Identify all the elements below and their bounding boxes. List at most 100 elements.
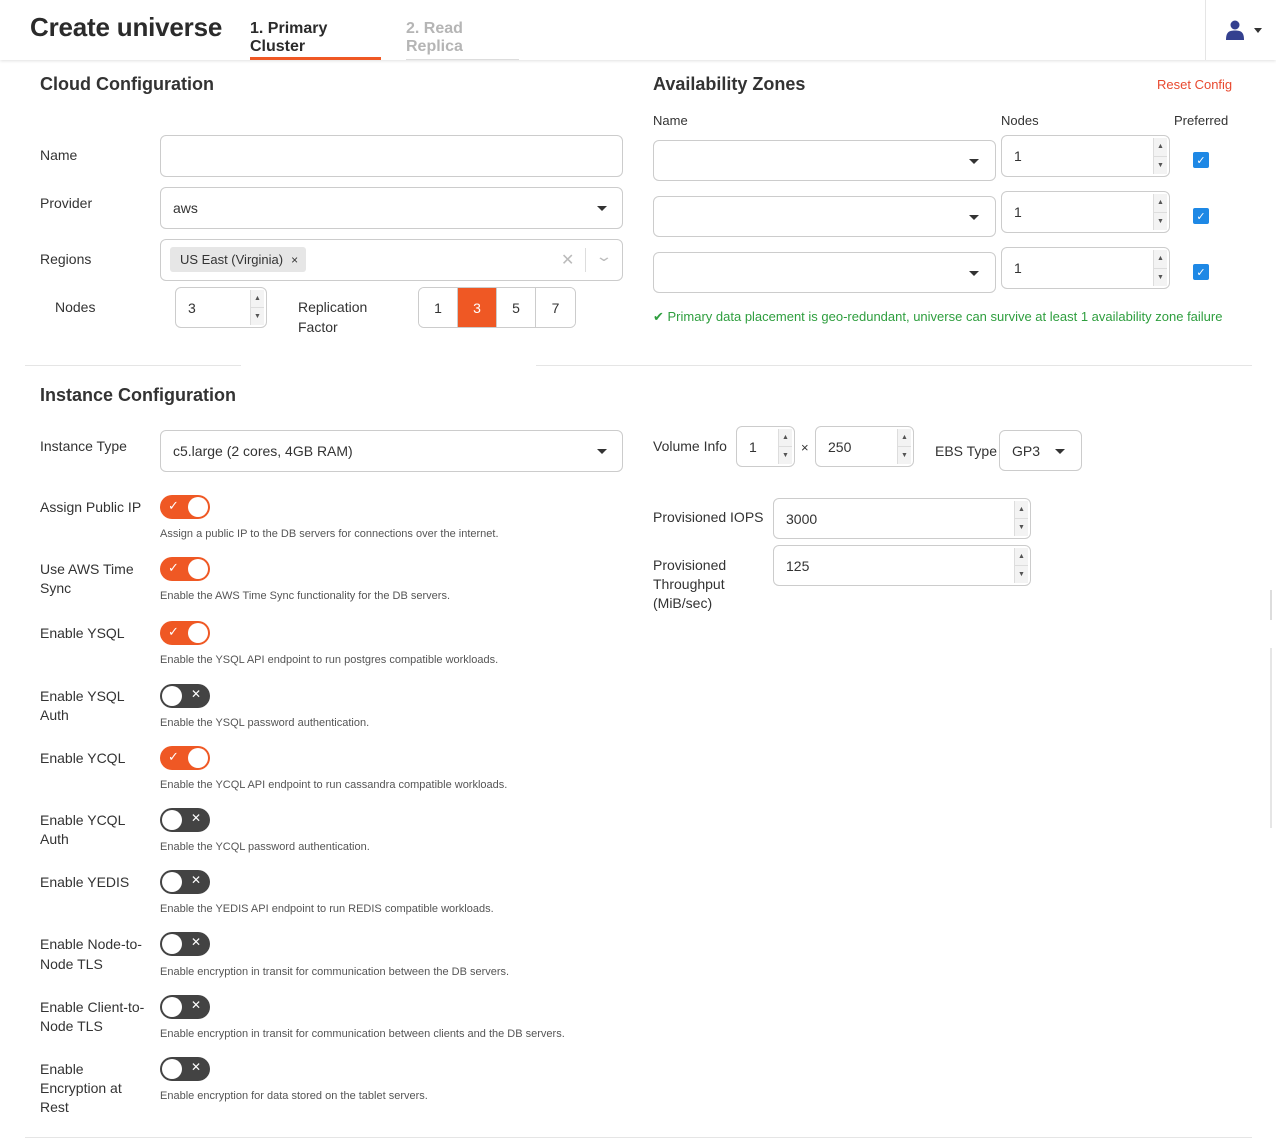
- volume-count-stepper[interactable]: 1 ▲ ▼: [736, 426, 795, 467]
- nodes-label: Nodes: [55, 299, 96, 315]
- name-input[interactable]: [160, 135, 623, 177]
- chevron-down-icon: [1055, 449, 1065, 454]
- decrement-icon[interactable]: ▼: [1154, 212, 1167, 230]
- az-nodes-spinner[interactable]: ▲ ▼: [1153, 138, 1167, 174]
- user-icon: [1226, 20, 1244, 40]
- az-nodes-stepper[interactable]: 1 ▲ ▼: [1001, 247, 1170, 289]
- cloud-config-title: Cloud Configuration: [40, 74, 214, 94]
- scrollbar[interactable]: [1270, 590, 1272, 620]
- enable-ysql-toggle[interactable]: ✓: [160, 621, 210, 645]
- rf-option-3[interactable]: 3: [458, 288, 497, 327]
- decrement-icon[interactable]: ▼: [251, 308, 264, 325]
- toggle-help: Enable the YCQL API endpoint to run cass…: [160, 779, 508, 791]
- volume-count-spinner[interactable]: ▲ ▼: [778, 429, 792, 464]
- az-nodes-value: 1: [1014, 148, 1022, 164]
- regions-label: Regions: [40, 251, 92, 267]
- az-nodes-stepper[interactable]: 1 ▲ ▼: [1001, 135, 1170, 177]
- rf-option-7[interactable]: 7: [536, 288, 575, 327]
- rf-option-5[interactable]: 5: [497, 288, 536, 327]
- nodes-spinner[interactable]: ▲ ▼: [250, 290, 264, 325]
- increment-icon[interactable]: ▲: [1154, 250, 1167, 269]
- volume-info-label: Volume Info: [653, 438, 727, 454]
- enable-yedis-toggle[interactable]: ✕: [160, 870, 210, 894]
- toggle-label: Assign Public IP: [40, 499, 142, 515]
- toggle-label: Rest: [40, 1099, 69, 1115]
- check-icon: ✓: [168, 749, 179, 764]
- toggle-label: Enable YCQL: [40, 750, 126, 766]
- close-icon: ✕: [190, 687, 201, 701]
- clear-icon[interactable]: ✕: [561, 250, 574, 270]
- az-name-select[interactable]: [653, 196, 996, 237]
- client-to-node-tls-toggle[interactable]: ✕: [160, 995, 210, 1019]
- increment-icon[interactable]: ▲: [251, 290, 264, 308]
- node-to-node-tls-toggle[interactable]: ✕: [160, 932, 210, 956]
- check-icon: ✓: [168, 624, 179, 639]
- az-preferred-checkbox[interactable]: ✓: [1193, 152, 1209, 168]
- enable-ysql-auth-toggle[interactable]: ✕: [160, 684, 210, 708]
- increment-icon[interactable]: ▲: [1015, 501, 1028, 519]
- volume-size-stepper[interactable]: 250 ▲ ▼: [815, 426, 914, 467]
- chevron-down-icon: [969, 159, 979, 164]
- throughput-stepper[interactable]: 125 ▲ ▼: [773, 545, 1031, 586]
- toggle-help: Enable the YSQL password authentication.: [160, 717, 370, 729]
- toggle-help: Enable encryption for data stored on the…: [160, 1090, 428, 1102]
- toggle-label: Node TLS: [40, 1018, 103, 1034]
- decrement-icon[interactable]: ▼: [1154, 268, 1167, 286]
- toggle-help: Enable encryption in transit for communi…: [160, 1028, 565, 1040]
- reset-config-link[interactable]: Reset Config: [1157, 77, 1232, 92]
- toggle-help: Enable the YSQL API endpoint to run post…: [160, 654, 499, 666]
- decrement-icon[interactable]: ▼: [898, 447, 911, 464]
- chevron-down-icon: [1254, 28, 1262, 33]
- increment-icon[interactable]: ▲: [1154, 138, 1167, 157]
- throughput-label-line2: Throughput: [653, 576, 725, 592]
- chevron-down-icon[interactable]: ⌄: [595, 248, 613, 265]
- toggle-label: Auth: [40, 707, 69, 723]
- instance-type-select[interactable]: c5.large (2 cores, 4GB RAM): [160, 430, 623, 472]
- volume-size-spinner[interactable]: ▲ ▼: [897, 429, 911, 464]
- enable-ycql-auth-toggle[interactable]: ✕: [160, 808, 210, 832]
- increment-icon[interactable]: ▲: [779, 429, 792, 447]
- az-nodes-spinner[interactable]: ▲ ▼: [1153, 250, 1167, 286]
- decrement-icon[interactable]: ▼: [779, 447, 792, 464]
- volume-count-value: 1: [749, 438, 757, 455]
- iops-spinner[interactable]: ▲ ▼: [1014, 501, 1028, 536]
- toggle-label: Node TLS: [40, 956, 103, 972]
- throughput-spinner[interactable]: ▲ ▼: [1014, 548, 1028, 583]
- increment-icon[interactable]: ▲: [1154, 194, 1167, 213]
- remove-tag-icon[interactable]: ×: [291, 253, 298, 267]
- ebs-type-select[interactable]: GP3: [999, 430, 1082, 471]
- encryption-at-rest-toggle[interactable]: ✕: [160, 1057, 210, 1081]
- provider-select[interactable]: aws: [160, 187, 623, 229]
- user-menu[interactable]: [1205, 0, 1276, 60]
- az-name-select[interactable]: [653, 252, 996, 293]
- page-title: Create universe: [30, 12, 223, 42]
- tab-read-replica[interactable]: 2. Read Replica: [406, 20, 519, 60]
- nodes-stepper[interactable]: 3 ▲ ▼: [175, 287, 267, 328]
- close-icon: ✕: [190, 1060, 201, 1074]
- enable-ycql-toggle[interactable]: ✓: [160, 746, 210, 770]
- check-icon: ✔: [653, 309, 668, 324]
- az-nodes-spinner[interactable]: ▲ ▼: [1153, 194, 1167, 230]
- decrement-icon[interactable]: ▼: [1154, 156, 1167, 174]
- az-nodes-value: 1: [1014, 204, 1022, 220]
- decrement-icon[interactable]: ▼: [1015, 519, 1028, 536]
- az-status-message: ✔ Primary data placement is geo-redundan…: [653, 307, 1233, 326]
- az-nodes-stepper[interactable]: 1 ▲ ▼: [1001, 191, 1170, 233]
- assign-public-ip-toggle[interactable]: ✓: [160, 495, 210, 519]
- increment-icon[interactable]: ▲: [898, 429, 911, 447]
- toggle-label: Enable YEDIS: [40, 874, 130, 890]
- aws-time-sync-toggle[interactable]: ✓: [160, 557, 210, 581]
- decrement-icon[interactable]: ▼: [1015, 566, 1028, 583]
- toggle-label: Encryption at: [40, 1080, 122, 1096]
- tab-primary-cluster[interactable]: 1. Primary Cluster: [250, 20, 381, 60]
- iops-stepper[interactable]: 3000 ▲ ▼: [773, 498, 1031, 539]
- rf-option-1[interactable]: 1: [419, 288, 458, 327]
- select-separator: [585, 248, 586, 272]
- az-nodes-value: 1: [1014, 260, 1022, 276]
- az-preferred-checkbox[interactable]: ✓: [1193, 264, 1209, 280]
- increment-icon[interactable]: ▲: [1015, 548, 1028, 566]
- az-preferred-checkbox[interactable]: ✓: [1193, 208, 1209, 224]
- check-icon: ✓: [168, 560, 179, 575]
- az-name-select[interactable]: [653, 140, 996, 181]
- toggle-help: Enable the YCQL password authentication.: [160, 841, 370, 853]
